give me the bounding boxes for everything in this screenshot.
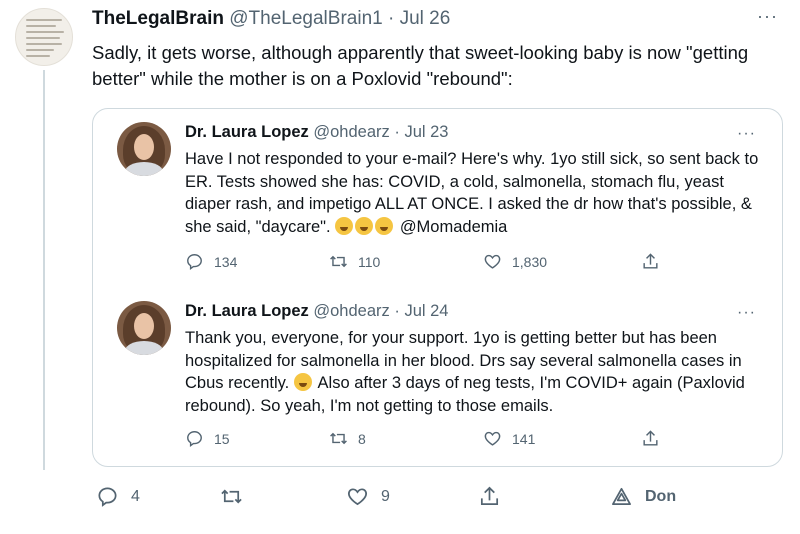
- reply-count: 134: [214, 253, 238, 270]
- promote-button[interactable]: Don: [610, 485, 676, 508]
- retweet-count: 110: [358, 253, 381, 270]
- retweet-button[interactable]: [220, 485, 255, 508]
- promote-label: Don: [645, 487, 677, 505]
- promote-icon: [612, 487, 631, 506]
- tweet-actions: 4 9 Don: [92, 485, 782, 511]
- author-name[interactable]: Dr. Laura Lopez: [185, 123, 309, 141]
- reply-count: 4: [131, 487, 140, 505]
- like-count: 141: [512, 430, 536, 447]
- avatar[interactable]: [117, 301, 171, 355]
- tweet-date[interactable]: Jul 23: [404, 123, 448, 141]
- retweet-icon: [330, 432, 347, 445]
- header-separator: ·: [394, 123, 400, 141]
- more-options-icon[interactable]: ···: [737, 304, 756, 322]
- author-handle[interactable]: @ohdearz: [313, 123, 389, 141]
- quoted-thread-card[interactable]: Dr. Laura Lopez @ohdearz · Jul 23 ··· Ha…: [92, 108, 783, 467]
- reply-icon: [98, 487, 117, 507]
- share-icon: [643, 253, 658, 269]
- author-handle[interactable]: @TheLegalBrain1: [229, 8, 382, 29]
- tweet-header: TheLegalBrain @TheLegalBrain1 · Jul 26: [92, 8, 450, 30]
- reply-button[interactable]: 134: [185, 252, 237, 271]
- author-handle[interactable]: @ohdearz: [313, 302, 389, 320]
- author-name[interactable]: Dr. Laura Lopez: [185, 302, 309, 320]
- like-button[interactable]: 141: [483, 429, 535, 448]
- thread-connector-line: [43, 70, 45, 470]
- tired-face-emoji: [335, 216, 395, 236]
- quoted-tweet-header: Dr. Laura Lopez @ohdearz · Jul 24: [185, 302, 448, 321]
- avatar[interactable]: [117, 122, 171, 176]
- tweet-text: Sadly, it gets worse, although apparentl…: [92, 42, 749, 89]
- share-icon: [643, 430, 658, 446]
- more-options-icon[interactable]: ···: [757, 6, 778, 27]
- header-separator: ·: [388, 8, 395, 29]
- like-count: 1,830: [512, 253, 548, 270]
- quoted-tweet-text: Thank you, everyone, for your support. 1…: [185, 327, 765, 417]
- retweet-button[interactable]: 8: [329, 429, 366, 448]
- author-name[interactable]: TheLegalBrain: [92, 8, 224, 29]
- reply-button[interactable]: 15: [185, 429, 230, 448]
- share-icon: [480, 486, 499, 506]
- mention-link[interactable]: @Momademia: [400, 218, 508, 236]
- quoted-tweet-actions: 134 110 1,830: [185, 252, 765, 276]
- quoted-tweet-text: Have I not responded to your e-mail? Her…: [185, 148, 765, 238]
- share-button[interactable]: [641, 252, 660, 271]
- retweet-button[interactable]: 110: [329, 252, 380, 271]
- header-separator: ·: [394, 302, 400, 320]
- avatar[interactable]: [15, 8, 73, 66]
- quoted-tweet-header: Dr. Laura Lopez @ohdearz · Jul 23: [185, 123, 448, 142]
- heart-icon: [484, 431, 501, 446]
- tweet-date[interactable]: Jul 26: [400, 8, 451, 29]
- like-button[interactable]: 9: [346, 485, 390, 508]
- like-button[interactable]: 1,830: [483, 252, 547, 271]
- reply-count: 15: [214, 430, 230, 447]
- share-button[interactable]: [478, 485, 501, 508]
- retweet-icon: [330, 255, 347, 268]
- tweet-date[interactable]: Jul 24: [404, 302, 448, 320]
- reply-icon: [187, 254, 202, 271]
- heart-icon: [348, 488, 367, 506]
- like-count: 9: [381, 487, 390, 505]
- heart-icon: [484, 254, 501, 269]
- more-options-icon[interactable]: ···: [737, 125, 756, 143]
- retweet-count: 8: [358, 430, 366, 447]
- share-button[interactable]: [641, 429, 660, 448]
- reply-button[interactable]: 4: [96, 485, 140, 508]
- retweet-icon: [221, 489, 242, 504]
- reply-icon: [187, 431, 202, 448]
- quoted-tweet-actions: 15 8 141: [185, 429, 765, 453]
- confused-face-emoji: [293, 373, 314, 392]
